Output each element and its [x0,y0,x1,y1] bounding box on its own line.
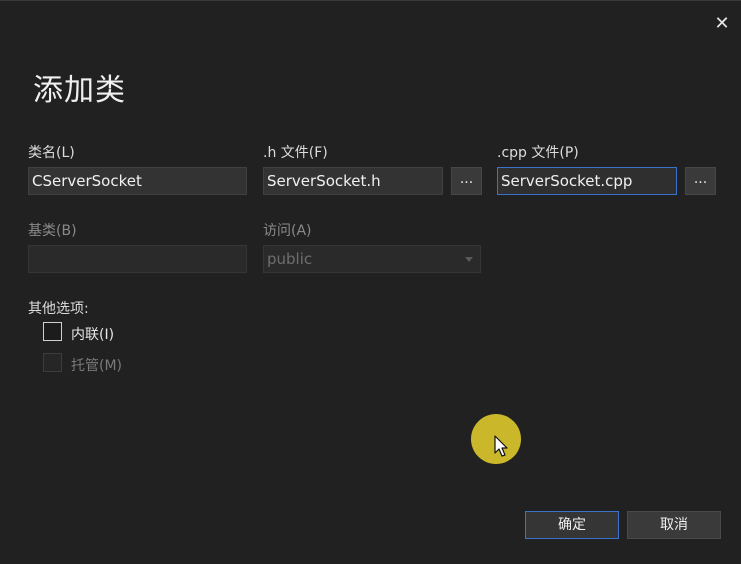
managed-checkbox-label: 托管(M) [71,358,123,374]
inline-checkbox[interactable] [43,322,62,341]
h-file-input[interactable]: ServerSocket.h [263,167,443,195]
h-file-browse-button[interactable]: ... [451,167,482,195]
h-file-label: .h 文件(F) [263,145,328,161]
dialog-title: 添加类 [33,73,126,108]
cpp-file-label: .cpp 文件(P) [497,145,579,161]
base-class-input [28,245,247,273]
base-class-label: 基类(B) [28,223,77,239]
close-icon[interactable]: ✕ [711,13,733,35]
chevron-down-icon [465,257,473,262]
class-name-label: 类名(L) [28,145,75,161]
cpp-file-input[interactable]: ServerSocket.cpp [497,167,677,195]
mouse-pointer-icon [494,435,508,457]
access-select: public [263,245,481,273]
other-options-label: 其他选项: [28,301,89,317]
access-label: 访问(A) [263,223,312,239]
cancel-button[interactable]: 取消 [627,511,721,539]
access-select-value: public [267,250,313,268]
inline-checkbox-label[interactable]: 内联(I) [71,324,114,344]
managed-checkbox [43,353,62,372]
class-name-input[interactable]: CServerSocket [28,167,247,195]
ok-button[interactable]: 确定 [525,511,619,539]
cpp-file-browse-button[interactable]: ... [685,167,716,195]
add-class-dialog: ✕ 添加类 类名(L) .h 文件(F) .cpp 文件(P) CServerS… [0,0,741,564]
